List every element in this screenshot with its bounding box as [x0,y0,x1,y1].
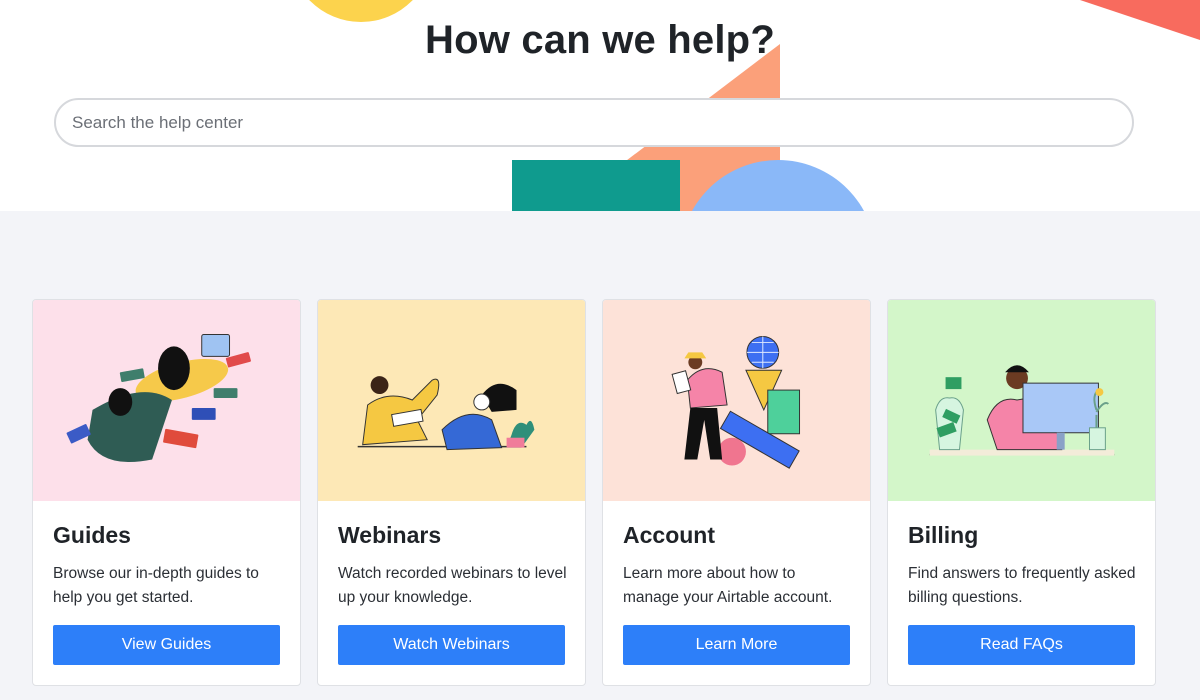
person-at-computer-money-illustration [929,365,1115,456]
view-guides-button[interactable]: View Guides [53,625,280,665]
card-title: Billing [908,522,979,548]
card-description: Learn more about how to manage your Airt… [623,565,833,606]
billing-illustration-panel [888,300,1155,501]
person-with-shapes-illustration [671,335,801,469]
person-reading-books-illustration [66,333,251,463]
watch-webinars-button[interactable]: Watch Webinars [338,625,565,665]
search-box[interactable] [54,98,1134,147]
card-description: Find answers to frequently asked billing… [908,565,1136,606]
page-title: How can we help? [425,18,775,62]
people-celebrating-illustration [357,376,535,451]
card-title: Webinars [338,522,442,548]
search-input[interactable] [72,112,1116,133]
card-description: Watch recorded webinars to level up your… [338,565,567,606]
card-account: Account Learn more about how to manage y… [602,299,871,686]
card-description: Browse our in-depth guides to help you g… [53,565,259,606]
card-webinars: Webinars Watch recorded webinars to leve… [317,299,586,686]
webinars-illustration-panel [318,300,585,501]
card-title: Account [623,522,715,548]
account-illustration-panel [603,300,870,501]
hero-section: How can we help? [0,0,1200,211]
card-title: Guides [53,522,131,548]
read-faqs-button[interactable]: Read FAQs [908,625,1135,665]
learn-more-button[interactable]: Learn More [623,625,850,665]
guides-illustration-panel [33,300,300,501]
card-billing: Billing Find answers to frequently asked… [887,299,1156,686]
card-guides: Guides Browse our in-depth guides to hel… [32,299,301,686]
